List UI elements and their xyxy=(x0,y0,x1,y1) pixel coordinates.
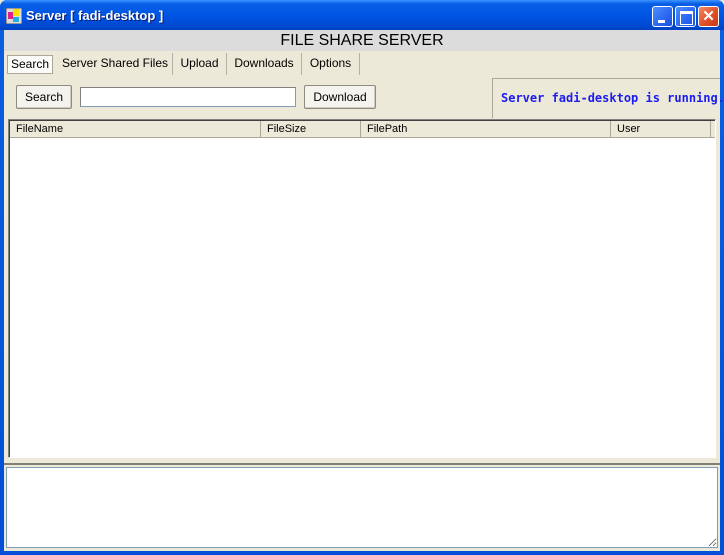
search-input[interactable] xyxy=(80,87,296,107)
title-bar[interactable]: Server [ fadi-desktop ] ✕ xyxy=(0,0,724,30)
log-textbox[interactable] xyxy=(6,467,718,548)
column-header-filename[interactable]: FileName xyxy=(10,121,261,138)
minimize-button[interactable] xyxy=(652,6,673,27)
app-window-icon xyxy=(6,8,22,24)
client-area: FILE SHARE SERVER Search Server Shared F… xyxy=(4,30,724,551)
maximize-button[interactable] xyxy=(675,6,696,27)
server-status-text: Server fadi-desktop is running.. xyxy=(501,91,724,105)
panel-splitter[interactable] xyxy=(4,459,720,465)
results-table[interactable]: FileName FileSize FilePath User xyxy=(8,119,716,458)
tab-downloads[interactable]: Downloads xyxy=(227,53,302,75)
status-panel: Server fadi-desktop is running.. xyxy=(492,78,724,118)
header-title: FILE SHARE SERVER xyxy=(280,32,444,49)
column-header-filepath[interactable]: FilePath xyxy=(361,121,611,138)
column-header-filesize[interactable]: FileSize xyxy=(261,121,361,138)
close-button[interactable]: ✕ xyxy=(698,6,719,27)
download-button[interactable]: Download xyxy=(304,85,376,109)
tab-upload[interactable]: Upload xyxy=(173,53,227,75)
column-header-filler xyxy=(711,121,715,138)
tab-search[interactable]: Search xyxy=(7,55,53,74)
column-header-user[interactable]: User xyxy=(611,121,711,138)
window-title: Server [ fadi-desktop ] xyxy=(26,8,164,23)
tab-server-shared-files[interactable]: Server Shared Files xyxy=(58,53,173,75)
close-icon: ✕ xyxy=(702,8,715,25)
search-button[interactable]: Search xyxy=(16,85,72,109)
server-window: Server [ fadi-desktop ] ✕ FILE SHARE SER… xyxy=(0,0,724,555)
tab-options[interactable]: Options xyxy=(302,53,360,75)
header-banner: FILE SHARE SERVER xyxy=(4,30,720,51)
